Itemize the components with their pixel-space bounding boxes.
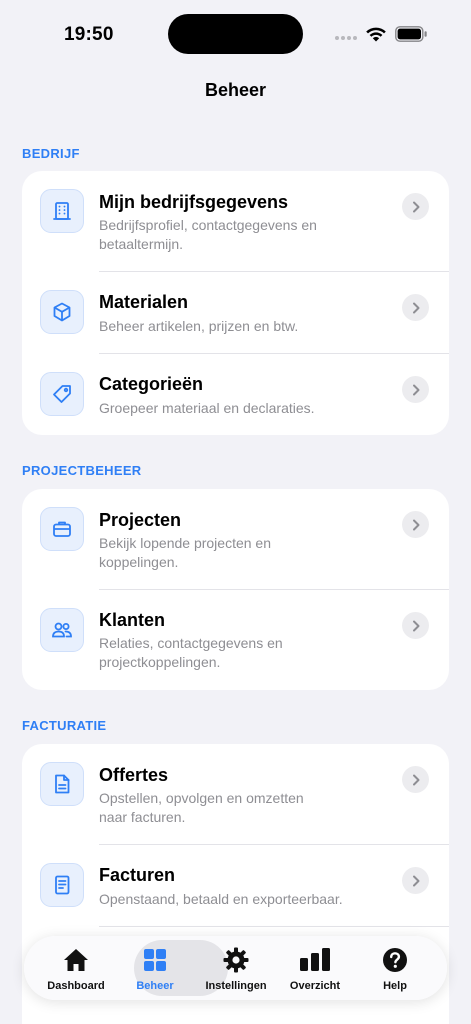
row-description: Bedrijfsprofiel, contactgegevens en beta… — [99, 217, 317, 252]
tab-instellingen[interactable]: Instellingen — [196, 936, 276, 1000]
row-mijn-bedrijfsgegevens[interactable]: Mijn bedrijfsgegevens Bedrijfsprofiel, c… — [22, 171, 449, 271]
bar-chart-icon — [299, 946, 331, 974]
tab-help[interactable]: Help — [355, 936, 435, 1000]
row-title: Materialen — [99, 292, 189, 312]
page-title: Beheer — [204, 80, 267, 100]
people-icon — [40, 608, 84, 652]
row-title: Mijn bedrijfsgegevens — [99, 192, 289, 212]
battery-icon — [395, 26, 427, 42]
tab-overzicht[interactable]: Overzicht — [275, 936, 355, 1000]
house-icon — [62, 946, 90, 974]
grid-icon — [142, 946, 168, 974]
chevron-right-icon — [402, 612, 429, 639]
invoice-icon — [40, 863, 84, 907]
chevron-right-icon — [402, 766, 429, 793]
chevron-right-icon — [402, 376, 429, 403]
chevron-right-icon — [402, 511, 429, 538]
tab-beheer[interactable]: Beheer — [115, 936, 195, 1000]
status-bar: 19:50 — [0, 0, 471, 64]
tag-icon — [40, 372, 84, 416]
tab-label: Instellingen — [205, 980, 267, 992]
section-header-bedrijf: BEDRIJF — [22, 146, 80, 161]
chevron-right-icon — [402, 193, 429, 220]
status-time: 19:50 — [64, 24, 114, 45]
row-description: Bekijk lopende projecten en koppelingen. — [99, 535, 272, 570]
dynamic-island — [168, 14, 303, 54]
question-icon — [382, 946, 408, 974]
row-title: Facturen — [99, 865, 176, 885]
row-facturen[interactable]: Facturen Openstaand, betaald en exportee… — [22, 845, 449, 926]
section-header-projectbeheer: PROJECTBEHEER — [22, 463, 142, 478]
tab-dashboard[interactable]: Dashboard — [36, 936, 116, 1000]
gear-icon — [222, 946, 250, 974]
card-bedrijf: Mijn bedrijfsgegevens Bedrijfsprofiel, c… — [22, 171, 449, 435]
tab-bar: Dashboard Beheer Instellingen Overzicht … — [24, 936, 447, 1000]
divider — [99, 926, 449, 927]
document-icon — [40, 762, 84, 806]
row-projecten[interactable]: Projecten Bekijk lopende projecten en ko… — [22, 489, 449, 589]
card-projectbeheer: Projecten Bekijk lopende projecten en ko… — [22, 489, 449, 690]
section-header-facturatie: FACTURATIE — [22, 718, 107, 733]
row-title: Klanten — [99, 610, 166, 630]
row-description: Groepeer materiaal en declaraties. — [99, 400, 315, 416]
tab-label: Overzicht — [289, 980, 341, 992]
row-categorieen[interactable]: Categorieën Groepeer materiaal en declar… — [22, 354, 449, 435]
cellular-signal-icon — [335, 36, 357, 40]
tab-label: Dashboard — [47, 980, 105, 992]
row-title: Offertes — [99, 765, 169, 785]
row-title: Projecten — [99, 510, 182, 530]
row-description: Beheer artikelen, prijzen en btw. — [99, 318, 299, 334]
row-description: Openstaand, betaald en exporteerbaar. — [99, 891, 343, 907]
building-icon — [40, 189, 84, 233]
box-icon — [40, 290, 84, 334]
row-materialen[interactable]: Materialen Beheer artikelen, prijzen en … — [22, 272, 449, 353]
wifi-icon — [366, 27, 386, 42]
briefcase-icon — [40, 507, 84, 551]
tab-label: Help — [383, 980, 407, 992]
row-title: Categorieën — [99, 374, 204, 394]
row-offertes[interactable]: Offertes Opstellen, opvolgen en omzetten… — [22, 744, 449, 844]
chevron-right-icon — [402, 294, 429, 321]
row-klanten[interactable]: Klanten Relaties, contactgegevens en pro… — [22, 590, 449, 690]
tab-label: Beheer — [136, 980, 174, 992]
row-description: Opstellen, opvolgen en omzetten naar fac… — [99, 790, 304, 825]
chevron-right-icon — [402, 867, 429, 894]
row-description: Relaties, contactgegevens en projectkopp… — [99, 635, 283, 670]
